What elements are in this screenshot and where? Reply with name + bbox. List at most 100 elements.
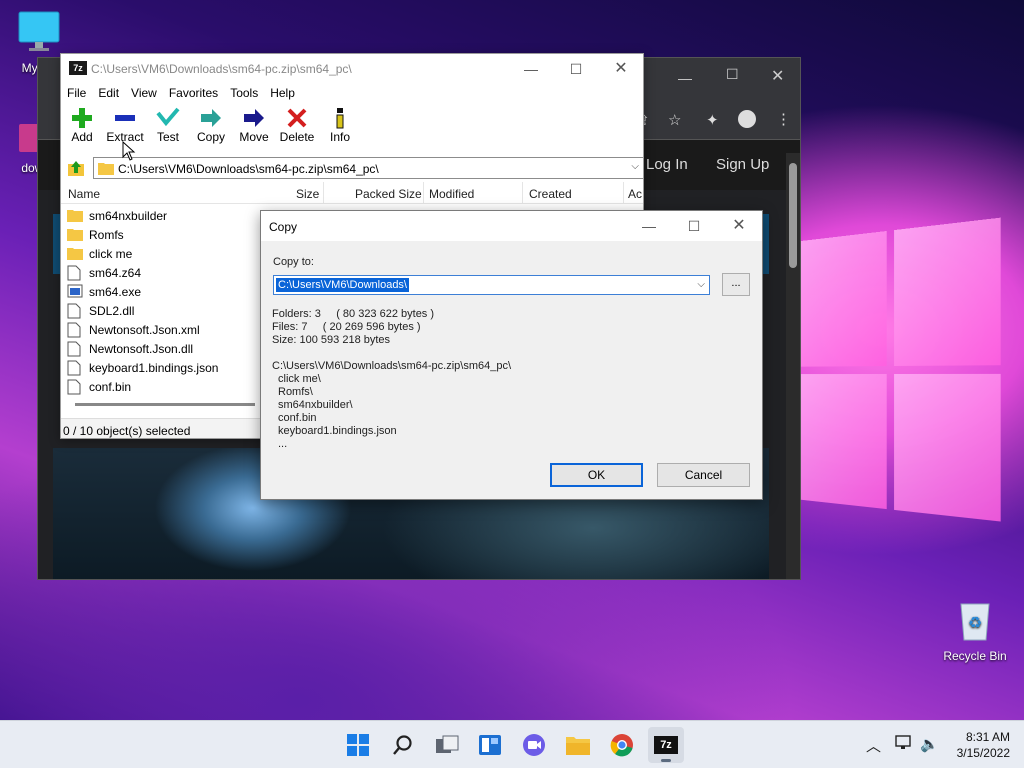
folder-icon — [98, 161, 114, 178]
menu-view[interactable]: View — [125, 84, 163, 102]
clock-date: 3/15/2022 — [956, 746, 1010, 760]
recycle-bin-icon: ♻ — [936, 598, 1014, 645]
move-button[interactable]: Move — [237, 106, 271, 144]
minimize-button[interactable]: — — [509, 58, 553, 80]
list-item[interactable]: Newtonsoft.Json.dll — [61, 339, 261, 358]
column-created[interactable]: Created — [529, 187, 572, 201]
bookmark-star-icon[interactable]: ☆ — [668, 111, 681, 129]
mouse-cursor-icon — [122, 141, 136, 161]
windows-start-icon — [347, 734, 369, 756]
horizontal-scrollbar[interactable] — [75, 403, 255, 406]
window-title: C:\Users\VM6\Downloads\sm64-pc.zip\sm64_… — [91, 62, 352, 76]
maximize-button[interactable]: ☐ — [554, 58, 598, 80]
column-modified[interactable]: Modified — [429, 187, 474, 201]
list-item: click me\ — [278, 373, 321, 385]
list-item[interactable]: SDL2.dll — [61, 301, 261, 320]
volume-icon[interactable]: 🔈 — [920, 735, 939, 753]
widgets-button[interactable] — [472, 727, 508, 763]
close-icon[interactable]: ✕ — [771, 66, 784, 86]
toolbar: Add Extract Test Copy Move Delete Info — [61, 106, 643, 154]
dialog-titlebar: Copy — ☐ ✕ — [261, 211, 762, 241]
file-list: sm64nxbuilder Romfs click me sm64.z64 sm… — [61, 206, 261, 396]
signup-link[interactable]: Sign Up — [716, 156, 769, 173]
list-item[interactable]: Romfs — [61, 225, 261, 244]
column-size[interactable]: Size — [296, 187, 319, 201]
minimize-button[interactable]: — — [627, 215, 671, 237]
file-icon — [67, 303, 83, 319]
task-view-button[interactable] — [429, 727, 465, 763]
copy-button[interactable]: Copy — [195, 106, 227, 144]
info-button[interactable]: Info — [327, 106, 353, 144]
source-path: C:\Users\VM6\Downloads\sm64-pc.zip\sm64_… — [272, 360, 512, 372]
close-button[interactable]: ✕ — [717, 215, 761, 237]
destination-path: C:\Users\VM6\Downloads\ — [276, 278, 409, 292]
file-explorer-icon — [566, 737, 590, 755]
extract-button[interactable]: Extract — [105, 106, 145, 144]
chevron-up-icon[interactable]: ︿ — [866, 735, 881, 756]
list-item[interactable]: sm64nxbuilder — [61, 206, 261, 225]
chrome-button[interactable] — [604, 727, 640, 763]
delete-button[interactable]: Delete — [279, 106, 315, 144]
menu-tools[interactable]: Tools — [224, 84, 264, 102]
file-explorer-button[interactable] — [560, 727, 596, 763]
copy-to-label: Copy to: — [273, 256, 314, 268]
destination-combobox[interactable]: C:\Users\VM6\Downloads\ ⌵ — [273, 275, 710, 295]
ok-button[interactable]: OK — [550, 463, 643, 487]
browser-scrollbar[interactable] — [786, 153, 800, 579]
close-button[interactable]: ✕ — [599, 58, 643, 80]
maximize-icon[interactable]: ☐ — [726, 66, 739, 83]
minimize-icon[interactable]: — — [678, 70, 692, 86]
test-button[interactable]: Test — [153, 106, 183, 144]
login-link[interactable]: Log In — [646, 156, 688, 173]
list-item[interactable]: sm64.exe — [61, 282, 261, 301]
column-packed-size[interactable]: Packed Size — [355, 187, 422, 201]
list-item[interactable]: conf.bin — [61, 377, 261, 396]
search-button[interactable] — [385, 727, 421, 763]
network-icon[interactable] — [895, 734, 913, 754]
list-item[interactable]: sm64.z64 — [61, 263, 261, 282]
list-item[interactable]: keyboard1.bindings.json — [61, 358, 261, 377]
folders-summary: Folders: 3 ( 80 323 622 bytes ) — [272, 308, 435, 320]
list-item: conf.bin — [278, 412, 317, 424]
dialog-title: Copy — [269, 220, 298, 234]
chat-button[interactable] — [516, 727, 552, 763]
column-name[interactable]: Name — [68, 187, 100, 201]
info-icon — [327, 106, 353, 130]
maximize-button[interactable]: ☐ — [672, 215, 716, 237]
kebab-menu-icon[interactable]: ⋮ — [776, 110, 791, 128]
chat-icon — [523, 734, 545, 756]
plus-icon — [67, 106, 97, 130]
svg-text:♻: ♻ — [968, 613, 982, 632]
column-accessed[interactable]: Ac — [628, 187, 642, 201]
start-button[interactable] — [340, 727, 376, 763]
folder-icon — [67, 227, 83, 242]
7zip-app-icon: 7z — [69, 61, 87, 75]
7zip-taskbar-button[interactable]: 7z — [648, 727, 684, 763]
menu-favorites[interactable]: Favorites — [163, 84, 224, 102]
profile-icon[interactable] — [738, 110, 756, 128]
menu-edit[interactable]: Edit — [92, 84, 125, 102]
file-icon — [67, 322, 83, 338]
add-button[interactable]: Add — [67, 106, 97, 144]
system-clock[interactable]: 8:31 AM 3/15/2022 — [957, 729, 1010, 761]
list-item[interactable]: click me — [61, 244, 261, 263]
7zip-app-icon: 7z — [654, 736, 678, 754]
chevron-down-icon[interactable]: ⌵ — [631, 161, 639, 172]
path-combobox[interactable]: C:\Users\VM6\Downloads\sm64-pc.zip\sm64_… — [93, 157, 643, 179]
list-item[interactable]: Newtonsoft.Json.xml — [61, 320, 261, 339]
desktop-icon-recycle-bin[interactable]: ♻ Recycle Bin — [936, 598, 1014, 663]
menu-help[interactable]: Help — [264, 84, 301, 102]
cancel-button[interactable]: Cancel — [657, 463, 750, 487]
minus-icon — [105, 106, 145, 130]
up-folder-icon[interactable] — [67, 159, 85, 180]
path-bar: C:\Users\VM6\Downloads\sm64-pc.zip\sm64_… — [61, 156, 643, 180]
browse-button[interactable]: ... — [722, 273, 750, 296]
folder-icon — [67, 208, 83, 223]
chevron-down-icon[interactable]: ⌵ — [697, 279, 705, 290]
list-item: ... — [278, 438, 288, 450]
extensions-icon[interactable]: ✦ — [706, 111, 719, 129]
files-summary: Files: 7 ( 20 269 596 bytes ) — [272, 321, 421, 333]
list-item: keyboard1.bindings.json — [278, 425, 397, 437]
folder-icon — [67, 246, 83, 261]
menu-file[interactable]: File — [61, 84, 92, 102]
